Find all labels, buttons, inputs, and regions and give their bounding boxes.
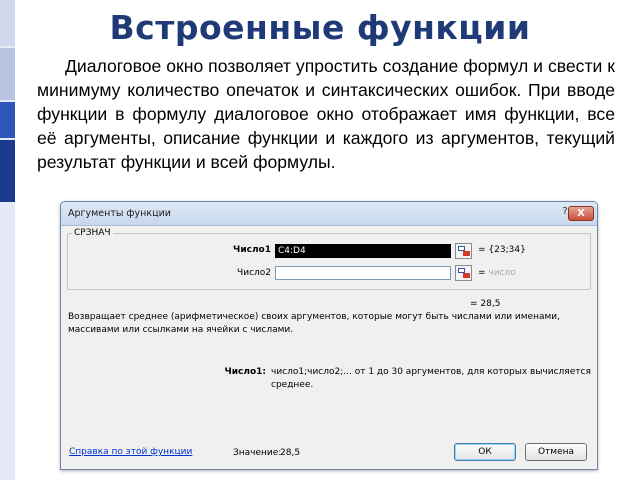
arg-help-text: число1;число2;... от 1 до 30 аргументов,… xyxy=(271,367,591,390)
dialog-titlebar[interactable]: Аргументы функции ? X xyxy=(61,202,597,226)
slide-title: Встроенные функции xyxy=(109,8,531,47)
close-button[interactable]: X xyxy=(568,206,594,221)
ok-button[interactable]: ОК xyxy=(454,443,516,461)
arg1-result: = {23;34} xyxy=(478,245,526,255)
arg2-label: Число2 xyxy=(237,268,271,278)
cancel-button[interactable]: Отмена xyxy=(525,443,587,461)
help-link[interactable]: Справка по этой функции xyxy=(69,447,192,457)
left-decorative-stripe xyxy=(0,0,15,480)
arg2-result: = число xyxy=(478,268,516,278)
arg2-input[interactable] xyxy=(275,266,451,280)
arg1-collapse-ref-icon[interactable] xyxy=(455,243,472,259)
function-name: СРЗНАЧ xyxy=(72,228,113,238)
function-result: = 28,5 xyxy=(470,299,501,309)
arg-help-label: Число1: xyxy=(224,367,266,377)
slide-paragraph: Диалоговое окно позволяет упростить созд… xyxy=(37,56,615,172)
dialog-title: Аргументы функции xyxy=(68,208,171,219)
function-description: Возвращает среднее (арифметическое) свои… xyxy=(68,312,560,335)
value-label: Значение: xyxy=(233,448,282,458)
arg1-label: Число1 xyxy=(233,245,271,255)
arg2-collapse-ref-icon[interactable] xyxy=(455,265,472,281)
function-group-box: СРЗНАЧ Число1 C4:D4 = {23;34} Число2 = ч… xyxy=(67,228,591,290)
function-arguments-dialog: Аргументы функции ? X СРЗНАЧ Число1 C4:D… xyxy=(60,201,598,470)
value-result: 28,5 xyxy=(280,448,301,458)
arg1-input[interactable]: C4:D4 xyxy=(275,244,451,258)
